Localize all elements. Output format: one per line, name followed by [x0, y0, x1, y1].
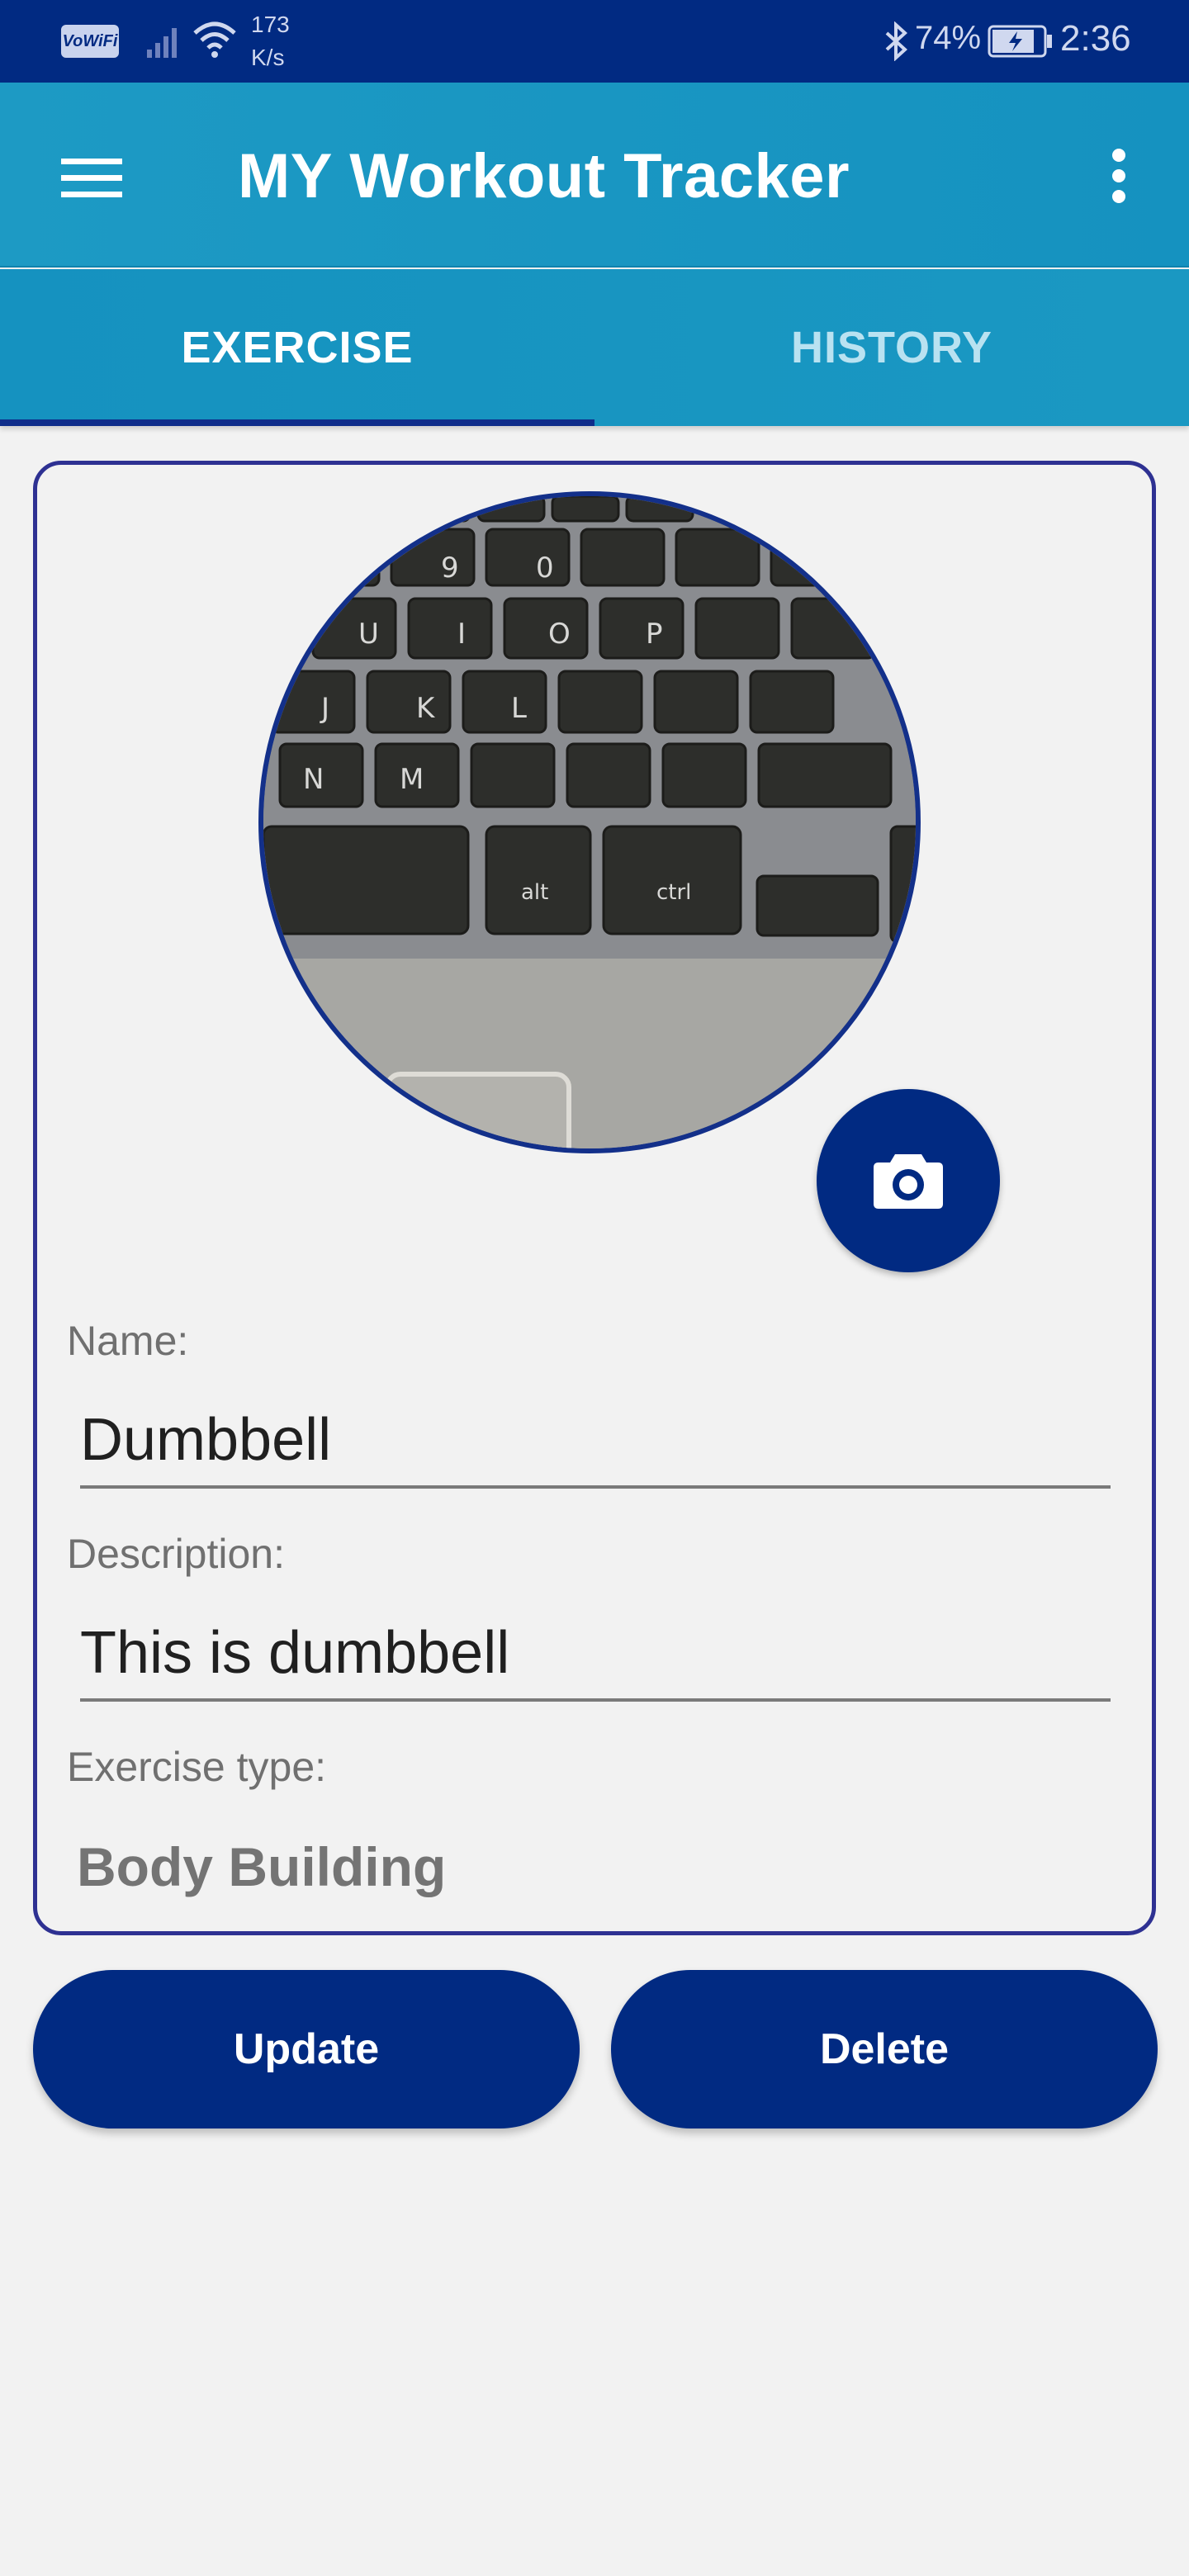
name-field[interactable]: Dumbbell: [80, 1406, 1111, 1489]
svg-text:P: P: [646, 618, 663, 651]
exercise-type-label: Exercise type:: [67, 1744, 327, 1790]
network-speed-value: 173: [251, 12, 290, 37]
svg-text:0: 0: [536, 552, 554, 585]
network-speed-unit: K/s: [251, 45, 285, 70]
signal-icon: [147, 28, 177, 58]
description-label: Description:: [67, 1531, 285, 1577]
svg-text:N: N: [303, 763, 324, 796]
tab-bar: EXERCISE HISTORY: [0, 269, 1189, 426]
battery-charging-icon: [988, 25, 1052, 58]
app-bar: MY Workout Tracker: [0, 83, 1189, 268]
keyboard-image: 8 9 0 U I O P J K L N M alt ctrl: [263, 496, 916, 1148]
exercise-card: 890 UIOP JKL NM alt ctrl Name: Dumbbell …: [33, 461, 1156, 1935]
name-label: Name:: [67, 1318, 189, 1364]
update-button[interactable]: Update: [33, 1970, 580, 2129]
app-title: MY Workout Tracker: [238, 141, 850, 211]
svg-text:O: O: [548, 618, 571, 651]
battery-percentage: 74%: [915, 20, 982, 56]
svg-text:K: K: [416, 692, 436, 725]
tab-indicator: [0, 419, 594, 426]
description-field[interactable]: This is dumbbell: [80, 1619, 1111, 1702]
svg-text:alt: alt: [521, 880, 548, 905]
exercise-photo: 8 9 0 U I O P J K L N M alt ctrl: [258, 491, 921, 1153]
more-vert-icon[interactable]: [1106, 147, 1131, 205]
camera-icon: [874, 1154, 943, 1209]
tab-history[interactable]: HISTORY: [594, 269, 1189, 426]
svg-text:J: J: [320, 692, 329, 725]
svg-text:I: I: [457, 618, 466, 651]
delete-button[interactable]: Delete: [611, 1970, 1158, 2129]
svg-text:M: M: [400, 763, 424, 796]
clock: 2:36: [1060, 18, 1131, 59]
svg-text:9: 9: [441, 552, 459, 585]
wifi-icon: [193, 21, 236, 58]
svg-text:L: L: [511, 692, 527, 725]
camera-button[interactable]: [817, 1089, 1000, 1272]
exercise-type-value[interactable]: Body Building: [77, 1835, 446, 1898]
bluetooth-icon: [885, 21, 907, 61]
network-speed: 173 K/s: [251, 8, 290, 74]
tab-exercise[interactable]: EXERCISE: [0, 269, 594, 426]
svg-text:ctrl: ctrl: [656, 880, 691, 905]
vowifi-icon: VoWiFi: [61, 25, 119, 58]
svg-text:8: 8: [346, 552, 364, 585]
status-bar: VoWiFi 173 K/s 74% 2:36: [0, 0, 1189, 83]
menu-icon[interactable]: [59, 155, 126, 201]
svg-text:U: U: [358, 618, 379, 651]
